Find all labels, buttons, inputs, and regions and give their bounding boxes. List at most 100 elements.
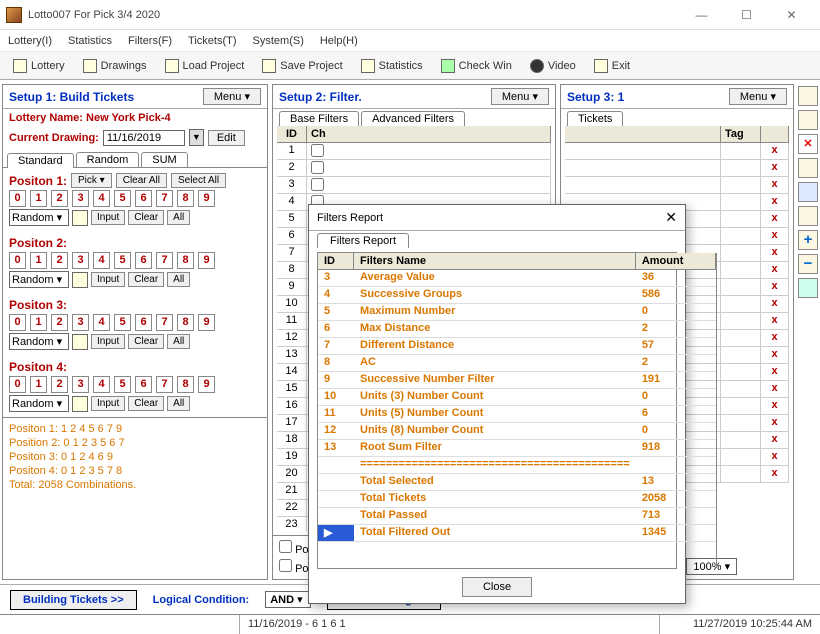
input-button[interactable]: Input <box>91 334 125 349</box>
maximize-button[interactable]: ☐ <box>724 1 769 29</box>
mode-select[interactable]: Random ▾ <box>9 395 69 412</box>
tb-exit[interactable]: Exit <box>587 56 637 76</box>
tb-drawings[interactable]: Drawings <box>76 56 154 76</box>
modal-tab[interactable]: Filters Report <box>317 233 409 248</box>
rb-plus-icon[interactable]: + <box>798 230 818 250</box>
clear-button[interactable]: Clear <box>128 272 164 287</box>
delete-icon[interactable]: x <box>761 330 789 346</box>
digit-7[interactable]: 7 <box>156 314 173 331</box>
digit-8[interactable]: 8 <box>177 314 194 331</box>
tab-standard[interactable]: Standard <box>7 153 74 168</box>
tab-base-filters[interactable]: Base Filters <box>279 111 359 126</box>
digit-8[interactable]: 8 <box>177 252 194 269</box>
rb-pencil-icon[interactable] <box>798 110 818 130</box>
digit-2[interactable]: 2 <box>51 376 68 393</box>
tb-check[interactable]: Check Win <box>434 56 519 76</box>
delete-icon[interactable]: x <box>761 177 789 193</box>
delete-icon[interactable]: x <box>761 313 789 329</box>
digit-9[interactable]: 9 <box>198 190 215 207</box>
delete-icon[interactable]: x <box>761 228 789 244</box>
digit-4[interactable]: 4 <box>93 252 110 269</box>
setup1-menu[interactable]: Menu ▾ <box>203 88 261 105</box>
delete-icon[interactable]: x <box>761 449 789 465</box>
digit-3[interactable]: 3 <box>72 190 89 207</box>
minimize-button[interactable]: — <box>679 1 724 29</box>
digit-4[interactable]: 4 <box>93 314 110 331</box>
delete-icon[interactable]: x <box>761 245 789 261</box>
digit-0[interactable]: 0 <box>9 190 26 207</box>
digit-4[interactable]: 4 <box>93 190 110 207</box>
rb-save-icon[interactable] <box>798 182 818 202</box>
menu-filters[interactable]: Filters(F) <box>128 35 172 47</box>
mode-select[interactable]: Random ▾ <box>9 271 69 288</box>
digit-5[interactable]: 5 <box>114 190 131 207</box>
delete-icon[interactable]: x <box>761 262 789 278</box>
rb-delete-icon[interactable]: ✕ <box>798 134 818 154</box>
rb-minus-icon[interactable]: − <box>798 254 818 274</box>
current-drawing-input[interactable] <box>103 130 185 146</box>
modal-close-icon[interactable]: ✕ <box>665 209 677 226</box>
row22-check[interactable] <box>279 540 292 553</box>
delete-icon[interactable]: x <box>761 143 789 159</box>
rb-export-icon[interactable] <box>798 278 818 298</box>
modal-scrollbar[interactable] <box>716 253 717 568</box>
input-button[interactable]: Input <box>91 210 125 225</box>
digit-2[interactable]: 2 <box>51 190 68 207</box>
barchart-icon[interactable] <box>72 396 88 412</box>
input-button[interactable]: Input <box>91 272 125 287</box>
digit-4[interactable]: 4 <box>93 376 110 393</box>
barchart-icon[interactable] <box>72 210 88 226</box>
clear-button[interactable]: Clear <box>128 334 164 349</box>
delete-icon[interactable]: x <box>761 466 789 482</box>
row-check[interactable] <box>311 144 324 157</box>
digit-2[interactable]: 2 <box>51 314 68 331</box>
digit-9[interactable]: 9 <box>198 376 215 393</box>
digit-6[interactable]: 6 <box>135 376 152 393</box>
all-button[interactable]: All <box>167 210 190 225</box>
delete-icon[interactable]: x <box>761 279 789 295</box>
digit-0[interactable]: 0 <box>9 314 26 331</box>
tab-advanced-filters[interactable]: Advanced Filters <box>361 111 465 126</box>
digit-9[interactable]: 9 <box>198 314 215 331</box>
tb-load[interactable]: Load Project <box>158 56 252 76</box>
digit-7[interactable]: 7 <box>156 190 173 207</box>
digit-9[interactable]: 9 <box>198 252 215 269</box>
all-button[interactable]: All <box>167 272 190 287</box>
digit-3[interactable]: 3 <box>72 252 89 269</box>
table-row[interactable]: x <box>565 143 789 160</box>
close-button[interactable]: ✕ <box>769 1 814 29</box>
drawing-dropdown[interactable]: ▼ <box>189 129 204 146</box>
menu-tickets[interactable]: Tickets(T) <box>188 35 236 47</box>
menu-lottery[interactable]: Lottery(I) <box>8 35 52 47</box>
table-row[interactable]: 1 <box>277 143 551 160</box>
tb-save[interactable]: Save Project <box>255 56 349 76</box>
digit-3[interactable]: 3 <box>72 376 89 393</box>
digit-2[interactable]: 2 <box>51 252 68 269</box>
tb-stats[interactable]: Statistics <box>354 56 430 76</box>
digit-7[interactable]: 7 <box>156 376 173 393</box>
digit-3[interactable]: 3 <box>72 314 89 331</box>
delete-icon[interactable]: x <box>761 160 789 176</box>
table-row[interactable]: x <box>565 177 789 194</box>
digit-7[interactable]: 7 <box>156 252 173 269</box>
tab-sum[interactable]: SUM <box>141 152 187 167</box>
menu-statistics[interactable]: Statistics <box>68 35 112 47</box>
digit-5[interactable]: 5 <box>114 252 131 269</box>
digit-1[interactable]: 1 <box>30 190 47 207</box>
pick-button[interactable]: Pick ▾ <box>71 173 112 188</box>
logical-cond-select[interactable]: AND ▾ <box>265 591 311 608</box>
clear-button[interactable]: Clear <box>128 210 164 225</box>
row-check[interactable] <box>311 178 324 191</box>
setup3-menu[interactable]: Menu ▾ <box>729 88 787 105</box>
rb-star-icon[interactable] <box>798 86 818 106</box>
delete-icon[interactable]: x <box>761 347 789 363</box>
setup2-menu[interactable]: Menu ▾ <box>491 88 549 105</box>
rb-copy-icon[interactable] <box>798 206 818 226</box>
all-button[interactable]: All <box>167 334 190 349</box>
row-check[interactable] <box>311 161 324 174</box>
mode-select[interactable]: Random ▾ <box>9 333 69 350</box>
table-row[interactable]: x <box>565 160 789 177</box>
digit-8[interactable]: 8 <box>177 190 194 207</box>
mode-select[interactable]: Random ▾ <box>9 209 69 226</box>
selectall-button[interactable]: Select All <box>171 173 226 188</box>
